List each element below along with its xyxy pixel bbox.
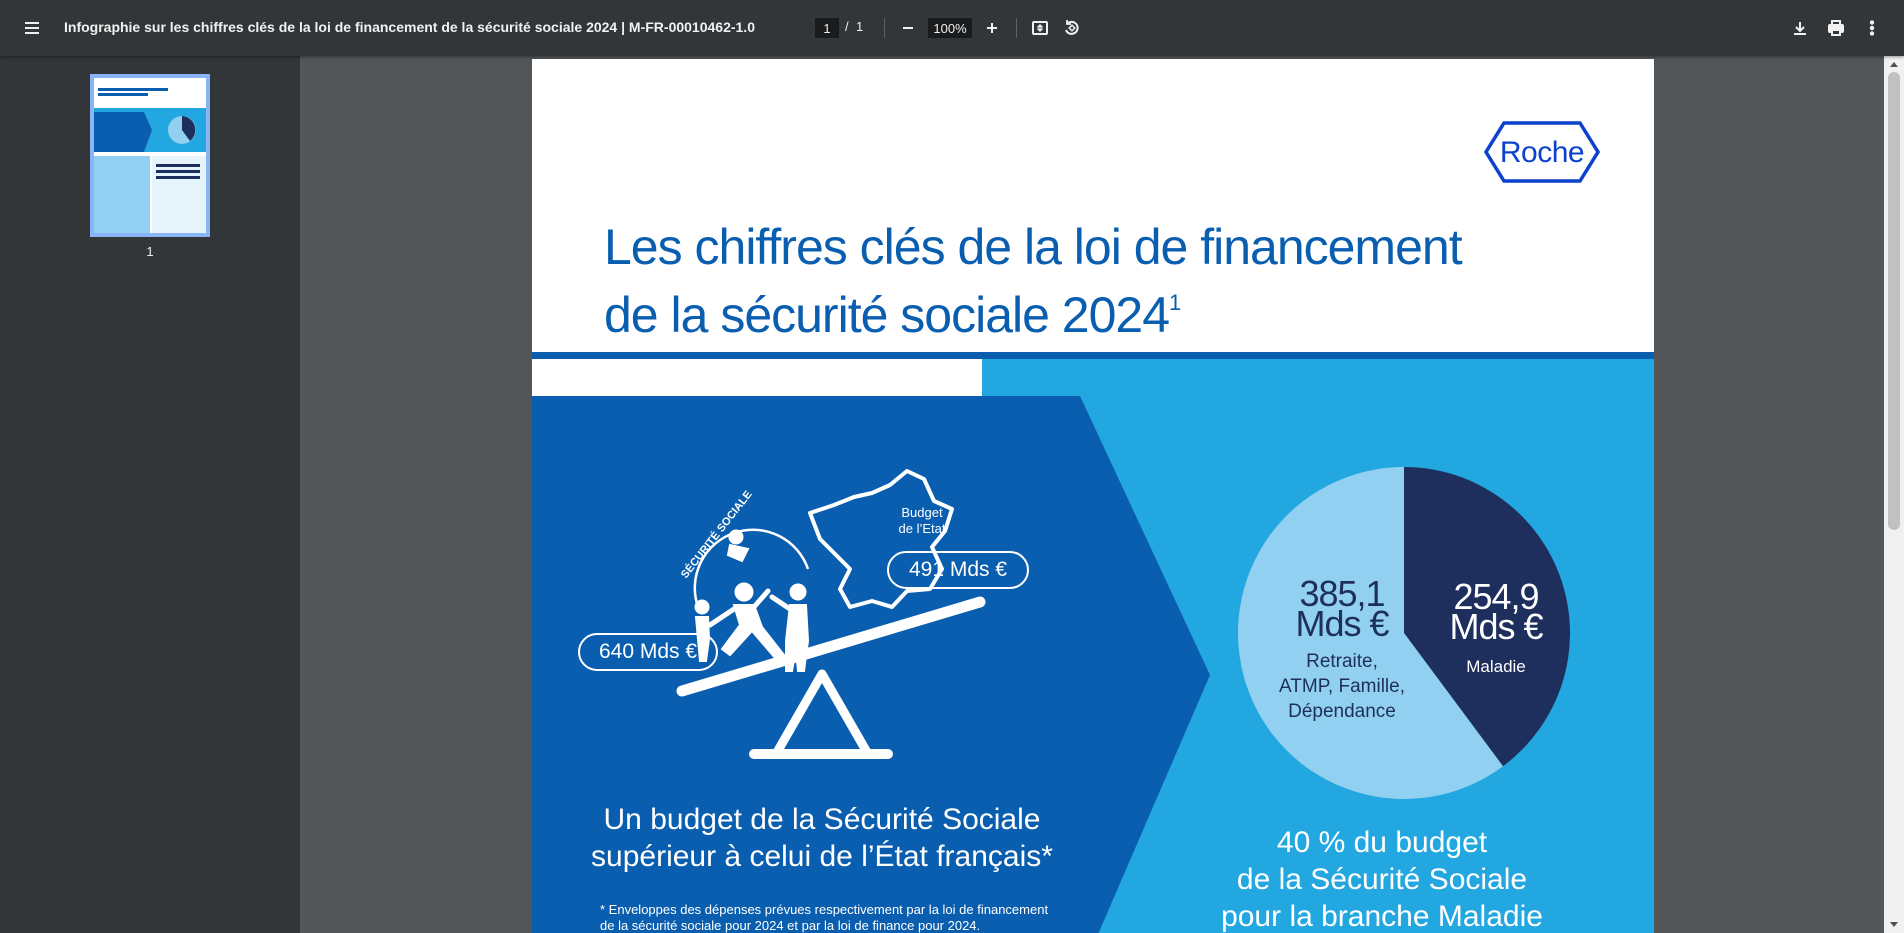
document-viewer: Roche Les chiffres clés de la loi de fin… [300,56,1884,933]
budget-heading-line-1: Un budget de la Sécurité Sociale [603,803,1041,836]
page-title: Les chiffres clés de la loi de financeme… [604,219,1504,343]
zoom-out-icon [903,27,913,29]
rotate-icon [1065,20,1079,35]
maladie-heading-line-3: pour la branche Maladie [1221,900,1543,933]
footnote-line-1: * Enveloppes des dépenses prévues respec… [600,902,1049,917]
pdf-page: Roche Les chiffres clés de la loi de fin… [532,59,1654,933]
budget-comparison-heading: Un budget de la Sécurité Sociale supérie… [562,801,1082,875]
zoom-in-button[interactable] [976,12,1008,44]
more-options-button[interactable] [1856,12,1888,44]
rotate-button[interactable] [1056,12,1088,44]
title-divider [532,352,1654,359]
pie-value-line-2: Mds € [1295,603,1389,644]
page-total: 1 [856,19,864,34]
etat-label-line-1: Budget [901,505,943,520]
fit-page-button[interactable] [1024,12,1056,44]
maladie-share-heading: 40 % du budget de la Sécurité Sociale po… [1182,824,1582,933]
footnote-line-2: de la sécurité sociale pour 2024 et par … [600,918,981,933]
print-icon [1828,20,1844,36]
zoom-in-icon [987,23,997,33]
page-thumbnail[interactable] [90,74,210,237]
zoom-input[interactable] [928,18,972,38]
securite-sociale-arc-label: SÉCURITÉ SOCIALE [678,488,754,581]
thumbnail-preview-image [94,78,206,233]
document-title: Infographie sur les chiffres clés de la … [64,19,755,35]
title-line-2: de la sécurité sociale 2024 [604,287,1170,343]
roche-logo: Roche [1483,121,1601,183]
download-button[interactable] [1784,12,1816,44]
thumbnail-page-label: 1 [146,244,154,259]
page-number-input[interactable] [815,18,839,38]
title-line-1: Les chiffres clés de la loi de financeme… [604,219,1463,275]
budget-footnote: * Enveloppes des dépenses prévues respec… [600,902,1100,933]
zoom-out-button[interactable] [892,12,924,44]
print-button[interactable] [1820,12,1852,44]
pie-slice-label-maladie: Maladie [1466,657,1526,676]
menu-button[interactable] [16,12,48,44]
pie-slice-value-maladie: 254,9 Mds € [1438,579,1554,647]
budget-heading-line-2: supérieur à celui de l’État français* [591,840,1053,873]
maladie-heading-line-2: de la Sécurité Sociale [1236,863,1528,896]
etat-label-line-2: de l’Etat [898,521,946,536]
pie-slice-label-retraite: Retraite, ATMP, Famille, Dépendance [1272,649,1412,724]
seesaw-illustration: SÉCURITÉ SOCIALE [676,469,986,759]
vertical-scrollbar[interactable] [1884,56,1904,933]
more-vert-icon [1869,20,1875,36]
etat-budget-label: Budget de l’Etat [880,505,964,537]
scroll-up-arrow-icon[interactable] [1890,62,1898,67]
title-footnote-marker: 1 [1169,290,1182,315]
fit-page-icon [1032,21,1048,35]
etat-amount-badge: 491 Mds € [887,551,1029,589]
page-separator: / [845,19,849,34]
pdf-toolbar: Infographie sur les chiffres clés de la … [0,0,1904,56]
maladie-heading-line-1: 40 % du budget [1276,826,1488,859]
toolbar-divider [1016,18,1017,38]
pie-slice-value-retraite: 385,1 Mds € [1282,576,1402,644]
scroll-down-arrow-icon[interactable] [1890,922,1898,927]
thumbnail-sidebar: 1 [0,56,300,933]
ss-amount-badge: 640 Mds € [578,633,718,671]
menu-icon [25,22,39,34]
pie-value-line-2: Mds € [1449,606,1543,647]
roche-logo-text: Roche [1499,136,1585,169]
toolbar-divider [884,18,885,38]
scrollbar-thumb[interactable] [1888,72,1900,530]
pie-label-line-3: Dépendance [1288,701,1396,722]
pie-label-line-2: ATMP, Famille, [1279,676,1405,697]
download-icon [1794,22,1806,35]
pie-label-line-1: Retraite, [1306,651,1378,672]
